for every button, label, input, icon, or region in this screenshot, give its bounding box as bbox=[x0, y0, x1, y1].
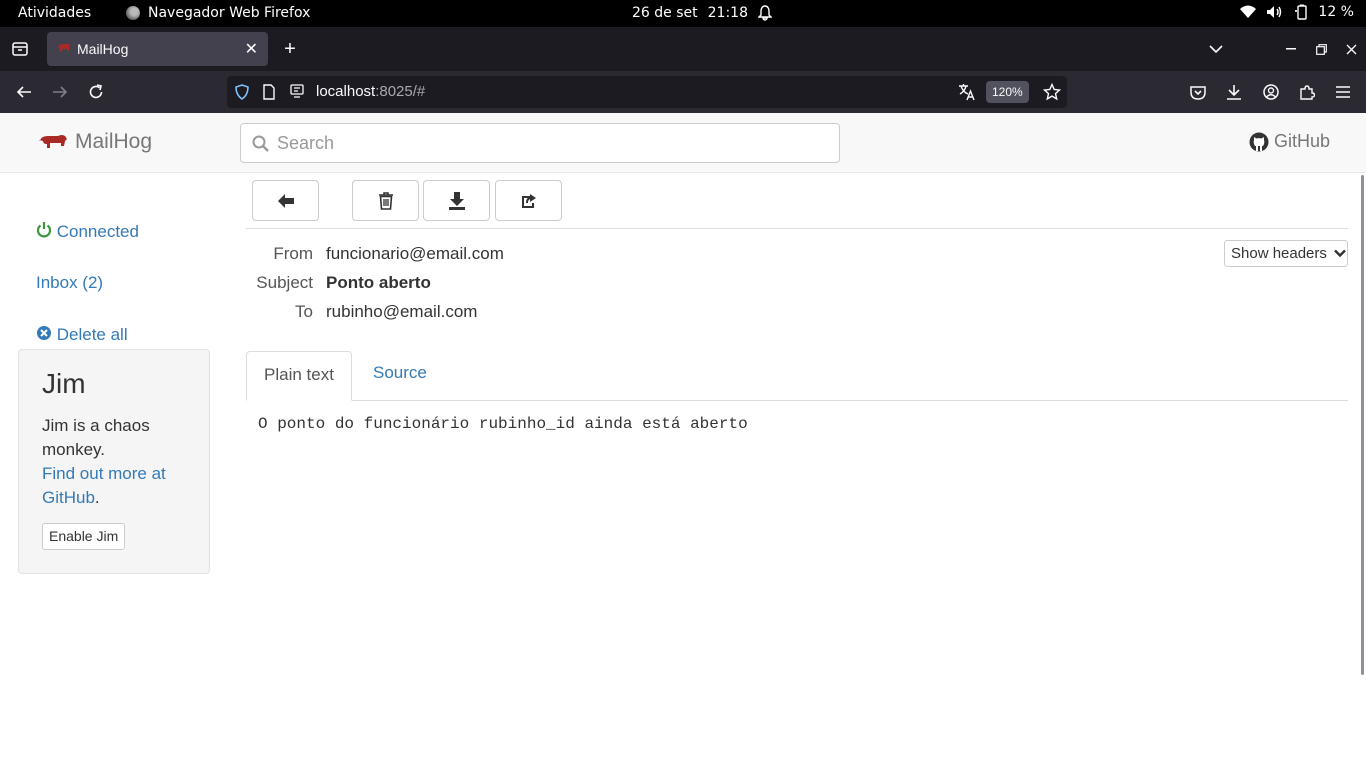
date: 26 de set bbox=[632, 5, 698, 21]
reload-icon[interactable] bbox=[86, 82, 106, 102]
hamburger-menu-icon[interactable] bbox=[1333, 82, 1353, 102]
message-body: O ponto do funcionário rubinho_id ainda … bbox=[258, 415, 748, 433]
message-tabs: Plain text Source bbox=[246, 351, 1348, 401]
back-button[interactable] bbox=[252, 180, 319, 221]
toolbar-divider bbox=[246, 228, 1348, 229]
show-headers-button[interactable]: Show headers bbox=[1224, 240, 1348, 267]
app-name: Navegador Web Firefox bbox=[148, 5, 311, 21]
connected-label: Connected bbox=[56, 222, 139, 241]
wifi-icon bbox=[1240, 5, 1257, 18]
browser-nav-bar: localhost:8025/# 120% bbox=[0, 71, 1366, 113]
search-input[interactable]: Search bbox=[240, 123, 840, 163]
forward-arrow-icon[interactable] bbox=[50, 82, 70, 102]
github-link[interactable]: GitHub bbox=[1249, 131, 1330, 152]
system-tray[interactable]: 12 % bbox=[1240, 4, 1354, 20]
browser-tab-mailhog[interactable]: MailHog ✕ bbox=[47, 32, 268, 66]
mailhog-page: MailHog Search GitHub Connected Inbox (2… bbox=[0, 113, 1366, 768]
release-message-button[interactable] bbox=[495, 180, 562, 221]
firefox-icon bbox=[126, 6, 140, 20]
translate-icon[interactable] bbox=[958, 83, 976, 101]
delete-message-button[interactable] bbox=[352, 180, 419, 221]
github-label: GitHub bbox=[1273, 131, 1330, 151]
github-icon bbox=[1249, 132, 1269, 151]
downloads-icon[interactable] bbox=[1224, 82, 1244, 102]
circle-x-icon bbox=[37, 326, 51, 340]
show-headers-label: Show headers bbox=[1231, 245, 1327, 262]
subject-label: Subject bbox=[256, 273, 313, 292]
firefox-view-icon[interactable] bbox=[10, 39, 30, 59]
account-icon[interactable] bbox=[1261, 82, 1281, 102]
tracking-shield-icon[interactable] bbox=[235, 84, 249, 100]
jim-description: Jim is a chaos monkey. Find out more at … bbox=[42, 414, 202, 510]
close-window-icon[interactable] bbox=[1341, 39, 1361, 59]
app-menu[interactable]: Navegador Web Firefox bbox=[126, 5, 310, 21]
inbox-link[interactable]: Inbox (2) bbox=[36, 271, 103, 295]
tab-plain-text[interactable]: Plain text bbox=[246, 351, 352, 401]
pig-logo-icon bbox=[39, 135, 67, 148]
from-value: funcionario@email.com bbox=[326, 244, 504, 263]
subject-value: Ponto aberto bbox=[326, 273, 431, 292]
bookmark-star-icon[interactable] bbox=[1043, 83, 1061, 101]
pocket-icon[interactable] bbox=[1188, 82, 1208, 102]
download-message-button[interactable] bbox=[423, 180, 490, 221]
battery-icon bbox=[1295, 4, 1308, 20]
download-icon bbox=[448, 191, 465, 210]
url-rest: :8025/# bbox=[375, 83, 426, 100]
page-scrollbar[interactable] bbox=[1361, 175, 1364, 675]
enable-jim-button[interactable]: Enable Jim bbox=[42, 523, 126, 550]
from-label: From bbox=[273, 244, 313, 263]
page-info-icon[interactable] bbox=[263, 84, 275, 100]
minimize-window-icon[interactable] bbox=[1281, 39, 1301, 59]
restore-window-icon[interactable] bbox=[1311, 39, 1331, 59]
tab-title: MailHog bbox=[77, 41, 129, 57]
extensions-icon[interactable] bbox=[1297, 82, 1317, 102]
jim-title: Jim bbox=[42, 368, 86, 399]
clock[interactable]: 26 de set 21:18 bbox=[632, 5, 772, 21]
jim-desc-text: Jim is a chaos monkey. bbox=[42, 416, 150, 459]
chevron-down-icon bbox=[1334, 249, 1346, 258]
jim-github-link[interactable]: Find out more at GitHub bbox=[42, 464, 166, 507]
power-icon bbox=[36, 222, 52, 238]
address-bar[interactable]: localhost:8025/# 120% bbox=[227, 76, 1067, 108]
activities-button[interactable]: Atividades bbox=[18, 5, 91, 21]
trash-icon bbox=[378, 191, 393, 210]
jim-period: . bbox=[94, 488, 100, 507]
to-label: To bbox=[295, 302, 313, 321]
mailhog-navbar: MailHog Search GitHub bbox=[0, 113, 1366, 173]
battery-percent: 12 % bbox=[1318, 4, 1354, 20]
url-host: localhost bbox=[316, 83, 376, 100]
connected-status[interactable]: Connected bbox=[36, 220, 139, 244]
back-arrow-icon[interactable] bbox=[14, 82, 34, 102]
mailhog-favicon-icon bbox=[58, 43, 70, 52]
to-value: rubinho@email.com bbox=[326, 302, 478, 321]
system-top-bar: Atividades Navegador Web Firefox 26 de s… bbox=[0, 0, 1366, 27]
close-tab-icon[interactable]: ✕ bbox=[245, 39, 258, 59]
url-text: localhost:8025/# bbox=[316, 83, 425, 100]
tab-source[interactable]: Source bbox=[373, 363, 427, 383]
search-placeholder: Search bbox=[277, 133, 335, 153]
search-icon bbox=[252, 135, 269, 152]
browser-tab-bar: MailHog ✕ + bbox=[0, 27, 1366, 71]
mailhog-brand[interactable]: MailHog bbox=[38, 130, 152, 154]
list-tabs-chevron-icon[interactable] bbox=[1206, 39, 1226, 59]
delete-all-label-line1: Delete all bbox=[56, 325, 128, 344]
jim-panel: Jim Jim is a chaos monkey. Find out more… bbox=[18, 349, 210, 574]
volume-icon bbox=[1267, 6, 1282, 18]
share-icon bbox=[521, 193, 536, 208]
time: 21:18 bbox=[707, 5, 748, 21]
brand-name: MailHog bbox=[75, 130, 153, 153]
permissions-icon[interactable] bbox=[290, 84, 304, 98]
zoom-level-badge[interactable]: 120% bbox=[986, 81, 1029, 103]
arrow-left-icon bbox=[277, 193, 294, 208]
bell-icon bbox=[757, 5, 772, 21]
new-tab-icon[interactable]: + bbox=[280, 38, 300, 60]
